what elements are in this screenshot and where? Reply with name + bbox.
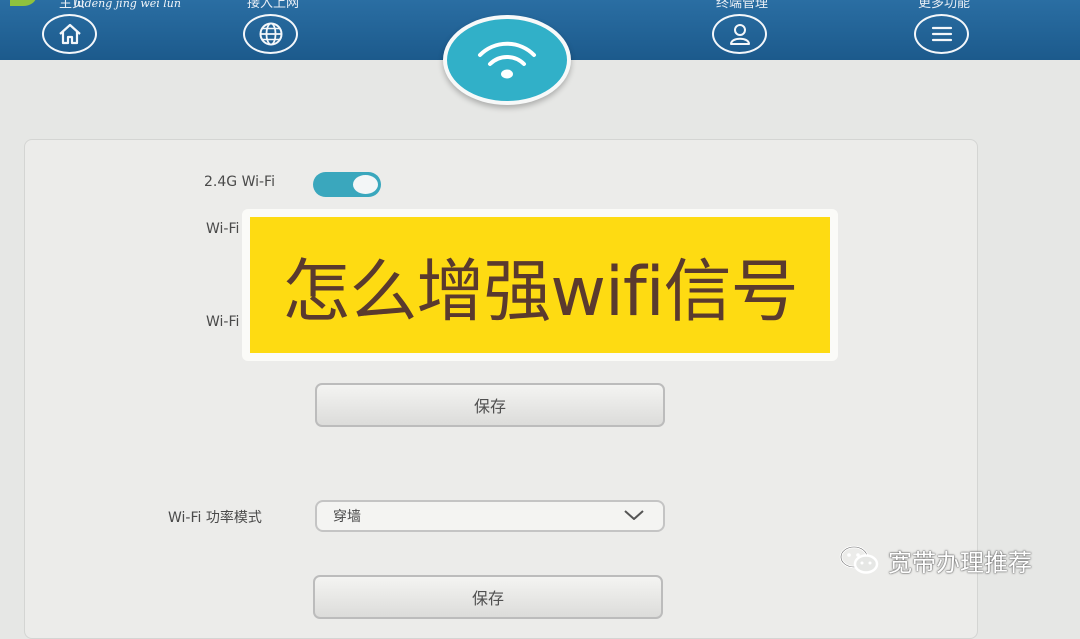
wifi-power-mode-select[interactable]: 穿墙: [315, 500, 665, 532]
nav-more-label: 更多功能: [917, 0, 970, 11]
globe-icon: [243, 14, 298, 54]
wifi-power-mode-label: Wi-Fi 功率模式: [168, 510, 262, 526]
nav-internet-label: 接入上网: [246, 0, 299, 11]
menu-icon: [914, 14, 969, 54]
wifi-24g-toggle[interactable]: [313, 172, 381, 197]
nav-devices-label: 终端管理: [715, 0, 768, 11]
save-button-2[interactable]: 保存: [313, 575, 663, 619]
nav-devices-button[interactable]: 终端管理: [712, 0, 768, 54]
chevron-down-icon: [624, 510, 644, 520]
nav-internet-button[interactable]: 接入上网: [243, 0, 299, 54]
wifi-settings-button[interactable]: [443, 15, 571, 105]
wifi-24g-label: 2.4G Wi-Fi: [204, 174, 275, 190]
save-button-1[interactable]: 保存: [315, 383, 665, 427]
nav-more-button[interactable]: 更多功能: [914, 0, 970, 54]
power-mode-value: 穿墙: [333, 509, 361, 525]
wifi-password-label: Wi-Fi: [206, 314, 240, 330]
wifi-icon: [478, 41, 536, 79]
wifi-name-label: Wi-Fi: [206, 221, 240, 237]
user-icon: [712, 14, 767, 54]
home-icon: [42, 14, 97, 54]
watermark-text: 宽带办理推荐: [888, 548, 1032, 577]
overlay-title: 怎么增强wifi信号: [250, 217, 830, 353]
nav-home-button[interactable]: 主页: [42, 0, 98, 54]
wechat-icon: [839, 545, 879, 574]
watermark: 宽带办理推荐: [838, 540, 1032, 580]
toggle-knob: [353, 175, 378, 194]
nav-home-label: 主页: [58, 0, 85, 11]
